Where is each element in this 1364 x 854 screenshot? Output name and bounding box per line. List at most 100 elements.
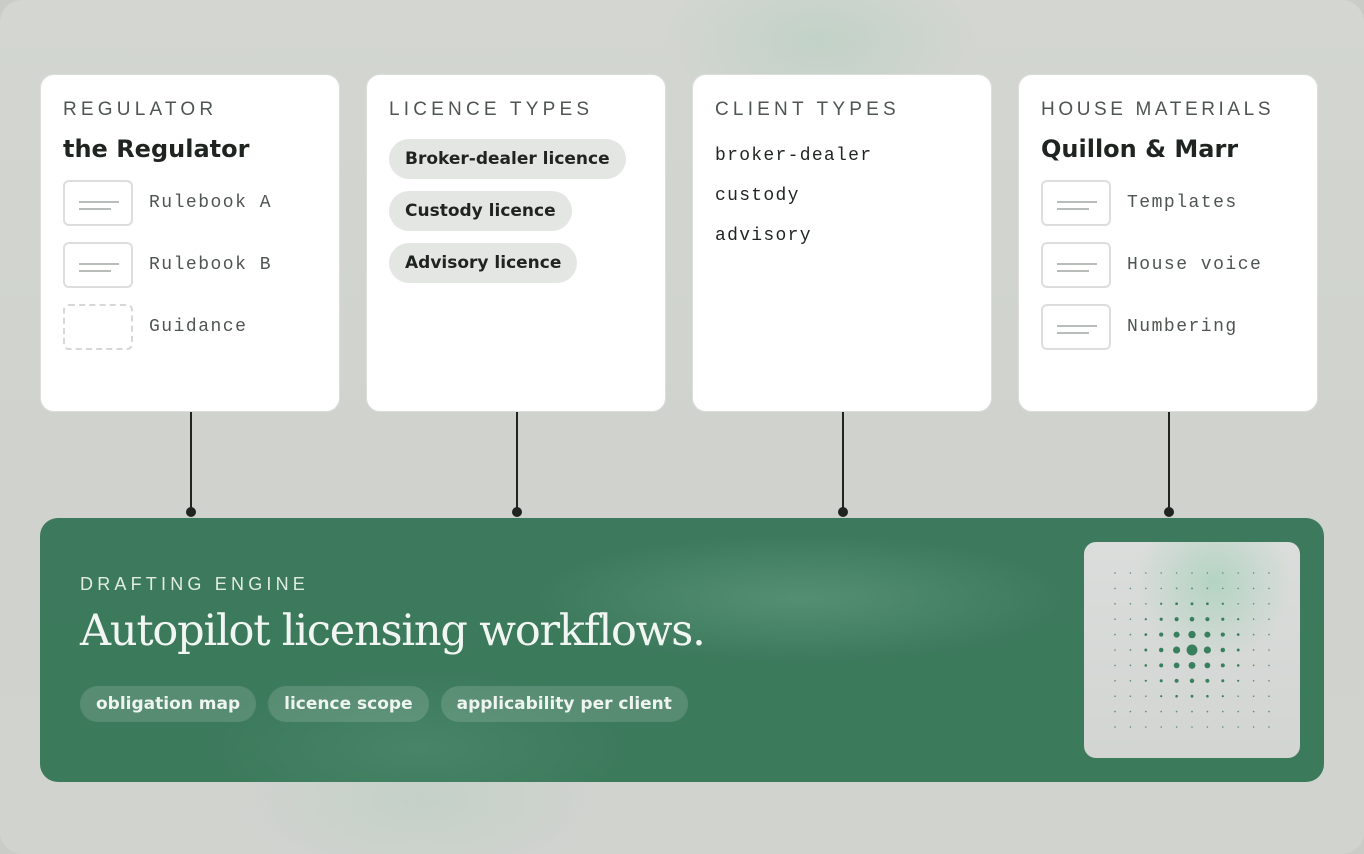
client-types-list: broker-dealer custody advisory [715, 141, 969, 261]
radar-dot [1129, 726, 1132, 728]
radar-dot [1129, 710, 1132, 713]
radar-dot [1129, 664, 1132, 667]
connector-dot [186, 507, 196, 517]
engine-tag: obligation map [80, 686, 257, 722]
radar-dot [1222, 710, 1224, 713]
document-icon [1041, 242, 1111, 288]
radar-dot [1160, 602, 1163, 605]
radar-dot [1114, 680, 1116, 682]
connector-regulator [190, 412, 192, 512]
connector-dot [838, 507, 848, 517]
radar-dot [1268, 726, 1270, 728]
radar-dot [1114, 649, 1116, 651]
radar-dot [1236, 664, 1240, 667]
radar-dot [1220, 647, 1226, 653]
radar-dot [1189, 616, 1195, 622]
radar-dot [1129, 695, 1132, 697]
radar-dot [1114, 587, 1116, 590]
connector-house-materials [1168, 412, 1170, 512]
radar-dot [1252, 695, 1255, 697]
radar-dot [1268, 664, 1270, 667]
regulator-doc-label: Guidance [149, 317, 248, 337]
engine-title: Autopilot licensing workflows. [80, 606, 706, 656]
radar-dot [1252, 664, 1255, 667]
radar-dot [1205, 678, 1210, 683]
radar-dot [1206, 587, 1209, 590]
radar-dot [1160, 587, 1162, 590]
engine-tags: obligation map licence scope applicabili… [80, 686, 700, 722]
radar-dot [1268, 633, 1270, 636]
client-type-item: advisory [715, 226, 812, 246]
radar-dot [1159, 679, 1163, 683]
dot-radar-icon [1084, 542, 1300, 758]
radar-dot [1268, 710, 1270, 713]
document-icon [63, 180, 133, 226]
connector-dot [1164, 507, 1174, 517]
radar-dot [1222, 587, 1224, 590]
radar-dot [1160, 726, 1162, 728]
radar-dot [1252, 603, 1255, 605]
connector-dot [512, 507, 522, 517]
document-icon [1041, 180, 1111, 226]
radar-dot [1204, 631, 1211, 638]
radar-dot [1145, 726, 1147, 728]
radar-dot [1252, 587, 1255, 590]
radar-dot [1221, 617, 1225, 621]
radar-dot [1114, 603, 1116, 605]
radar-dot [1204, 662, 1211, 669]
radar-dot [1237, 710, 1239, 713]
radar-dot [1268, 618, 1270, 620]
regulator-doc-label: Rulebook A [149, 193, 273, 213]
radar-dot [1174, 678, 1179, 683]
house-doc-house-voice: House voice [1041, 241, 1295, 289]
regulator-doc-rulebook-b: Rulebook B [63, 241, 317, 289]
radar-dot [1159, 617, 1163, 621]
radar-dot [1114, 695, 1116, 697]
radar-dot [1175, 572, 1178, 574]
licence-types-list: Broker-dealer licence Custody licence Ad… [389, 139, 643, 295]
radar-dot [1175, 694, 1178, 698]
radar-dot [1268, 680, 1270, 682]
connector-client-types [842, 412, 844, 512]
radar-dot [1222, 572, 1224, 574]
licence-types-label: LICENCE TYPES [389, 99, 594, 120]
radar-dot [1268, 587, 1270, 590]
radar-dot [1173, 662, 1180, 669]
drafting-engine-panel: DRAFTING ENGINE Autopilot licensing work… [40, 518, 1324, 782]
radar-dot [1144, 664, 1148, 667]
radar-dot [1114, 726, 1116, 728]
radar-dot [1173, 646, 1181, 654]
radar-dot [1220, 663, 1225, 668]
radar-dot [1129, 649, 1132, 651]
radar-dot [1236, 648, 1240, 652]
radar-dot [1129, 618, 1132, 620]
document-icon [1041, 304, 1111, 350]
client-type-item: custody [715, 186, 800, 206]
radar-dot [1158, 647, 1164, 653]
radar-dot [1144, 679, 1147, 682]
radar-dot [1145, 587, 1147, 590]
radar-dot [1159, 663, 1164, 668]
radar-dot [1114, 664, 1116, 667]
regulator-doc-rulebook-a: Rulebook A [63, 179, 317, 227]
radar-dot [1268, 572, 1270, 574]
radar-dot [1237, 572, 1239, 574]
radar-dot [1237, 618, 1240, 621]
radar-dot [1205, 617, 1210, 622]
radar-dot [1252, 572, 1255, 574]
radar-dot [1252, 680, 1255, 682]
radar-dot [1145, 695, 1147, 697]
house-materials-label: HOUSE MATERIALS [1041, 99, 1275, 120]
radar-dot [1114, 710, 1116, 713]
radar-dot [1190, 602, 1194, 606]
radar-dot [1186, 644, 1198, 656]
radar-dot [1160, 572, 1162, 574]
radar-dot [1173, 631, 1180, 638]
radar-dot [1144, 648, 1148, 652]
connector-licence-types [516, 412, 518, 512]
radar-dot [1203, 646, 1211, 654]
radar-dot [1222, 726, 1224, 728]
radar-dot [1221, 602, 1224, 605]
radar-dot [1252, 618, 1255, 620]
radar-dot [1129, 603, 1132, 605]
